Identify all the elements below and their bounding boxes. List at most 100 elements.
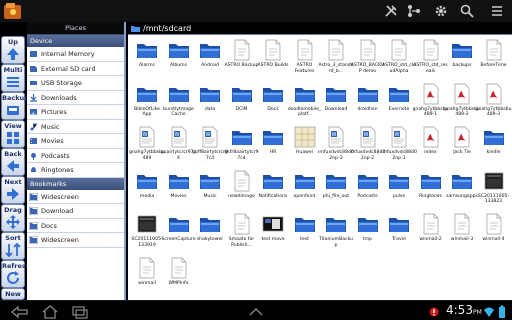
file-item[interactable]: Music — [195, 170, 225, 208]
file-item[interactable]: Wimfuxdvdc88d02np-1 — [381, 126, 417, 164]
file-item[interactable]: SC20111005-133919 — [131, 213, 163, 251]
search-icon[interactable] — [458, 2, 476, 20]
file-item[interactable]: WMPInfo — [164, 257, 194, 295]
file-item[interactable]: winmail — [132, 257, 162, 295]
file-item[interactable]: Movies — [164, 170, 194, 208]
download-icon — [30, 93, 37, 102]
places-item-ringtones[interactable]: Ringtones — [27, 163, 124, 178]
file-item[interactable]: shakytower — [195, 213, 225, 251]
places-item-pictures[interactable]: Pictures — [27, 105, 124, 120]
menu-icon[interactable] — [488, 2, 506, 20]
file-item[interactable]: Wimfuxdvdc88d02np-2 — [350, 126, 385, 164]
file-item[interactable]: ASTRO_std_cloudAlpha — [382, 39, 416, 77]
backup-button[interactable]: Backup — [1, 92, 29, 120]
file-item[interactable]: Notifications — [258, 170, 288, 208]
system-bar: 4:53PM — [0, 300, 512, 320]
path-bar[interactable]: /mnt/sdcard — [128, 22, 512, 35]
tools-icon[interactable] — [382, 2, 400, 20]
file-item[interactable]: ASTRO_std_reseals — [413, 39, 448, 77]
notification-icon[interactable] — [428, 304, 440, 318]
refresh-button[interactable]: Refresh — [1, 260, 30, 288]
file-item[interactable]: winmail-2 — [416, 213, 446, 251]
file-item[interactable]: kindle — [479, 126, 509, 164]
file-item[interactable]: Jack Tie — [447, 126, 477, 164]
file-item[interactable]: Wguairtytcrcr97c4 — [161, 126, 196, 164]
file-item[interactable]: media — [132, 170, 162, 208]
places-item-external-sd-card[interactable]: External SD card — [27, 61, 124, 76]
back-button[interactable]: Back — [1, 148, 25, 176]
file-item[interactable]: doodlemobile_platf.. — [288, 83, 321, 121]
file-item[interactable]: Albums — [164, 39, 194, 77]
places-item-widescreen[interactable]: Widescreen — [27, 189, 124, 204]
file-item[interactable]: Evernote — [384, 83, 414, 121]
app-logo-icon[interactable] — [3, 1, 23, 21]
sort-button[interactable]: Sort — [1, 232, 25, 260]
settings-icon[interactable] — [432, 2, 450, 20]
places-item-usb-storage[interactable]: USB Storage — [27, 76, 124, 91]
file-item[interactable]: index — [416, 126, 446, 164]
file-item[interactable]: HR — [258, 126, 288, 164]
places-item-movies[interactable]: Movies — [27, 134, 124, 149]
file-item[interactable]: winmail-3 — [447, 213, 477, 251]
file-item[interactable]: gsfr8aairtytcr97c4 — [224, 126, 259, 164]
places-item-download[interactable]: Download — [27, 204, 124, 219]
places-item-docs[interactable]: Docs — [27, 218, 124, 233]
file-item[interactable]: test move — [258, 213, 288, 251]
file-item[interactable]: pulse — [384, 170, 414, 208]
file-item[interactable]: SC20111005-133822 — [478, 170, 509, 208]
file-item[interactable]: DCIM — [227, 83, 257, 121]
file-item[interactable]: Alarms — [132, 39, 162, 77]
file-item[interactable]: winmail-4 — [479, 213, 509, 251]
nav-recent-icon[interactable] — [70, 304, 90, 319]
file-item[interactable]: Wgnahg7ytbbsbu489 — [129, 126, 165, 164]
new-button[interactable]: New — [1, 288, 25, 300]
drag-button[interactable]: Drag — [1, 204, 25, 232]
nav-back-icon[interactable] — [10, 304, 30, 319]
places-item-internal-memory[interactable]: Internal Memory — [27, 47, 124, 62]
places-item-podcasts[interactable]: Podcasts — [27, 148, 124, 163]
file-item[interactable]: phi_file_out — [321, 170, 351, 208]
file-item[interactable]: backups — [447, 39, 477, 77]
file-item[interactable]: data — [195, 83, 225, 121]
file-item[interactable]: test — [290, 213, 320, 251]
multi-button[interactable]: Multi — [1, 64, 25, 92]
file-item[interactable]: Podcasts — [353, 170, 383, 208]
file-item[interactable]: Docs — [258, 83, 288, 121]
file-item[interactable]: burstlytmage Cache — [163, 83, 194, 121]
file-item[interactable]: ASTRO_BACKUP demo — [351, 39, 384, 77]
network-icon[interactable] — [405, 2, 423, 20]
view-button[interactable]: View — [1, 120, 25, 148]
file-item[interactable]: ASTRO Features — [290, 39, 320, 77]
file-item[interactable]: tmp — [353, 213, 383, 251]
places-item-downloads[interactable]: Downloads — [27, 90, 124, 105]
file-item[interactable]: Download — [321, 83, 351, 121]
file-item[interactable]: Huawei — [290, 126, 320, 164]
file-item[interactable]: TitaniumBackup — [319, 213, 353, 251]
up-button[interactable]: Up — [1, 36, 25, 64]
sdcard-icon — [30, 65, 37, 72]
file-item[interactable]: BeforeTime — [479, 39, 509, 77]
file-item[interactable]: droidhen — [353, 83, 383, 121]
file-item[interactable]: Wgoff8airtytcrcr97c4 — [192, 126, 228, 164]
nav-up-caret-icon[interactable] — [246, 304, 266, 318]
file-item[interactable]: gnahg7ytbbsbu489-2 — [444, 83, 480, 121]
places-item-music[interactable]: Music — [27, 119, 124, 134]
file-item[interactable]: samsungapps — [446, 170, 478, 208]
file-item[interactable]: Smaato for Publish... — [227, 213, 257, 251]
file-item[interactable]: gnahg7ytbbsbu489-3 — [476, 83, 511, 121]
file-item[interactable]: Wimfuxdvdc88d02np-3 — [318, 126, 354, 164]
file-item[interactable]: ASTRO Builds — [257, 39, 289, 77]
file-item[interactable]: openfeint — [290, 170, 320, 208]
nav-home-icon[interactable] — [40, 304, 60, 319]
file-item[interactable]: ScreenCapture — [161, 213, 196, 251]
file-item[interactable]: Astro_3_standard_b... — [318, 39, 354, 77]
next-button[interactable]: Next — [1, 176, 25, 204]
file-item[interactable]: Ringtones — [416, 170, 446, 208]
file-item[interactable]: BibleOfLike App — [132, 83, 162, 121]
file-item[interactable]: Android — [195, 39, 225, 77]
file-item[interactable]: Travel — [384, 213, 414, 251]
file-item[interactable]: gnahg7ytbbsbu489-1 — [413, 83, 448, 121]
file-item[interactable]: ASTRO Backup — [225, 39, 258, 77]
file-item[interactable]: newdimage — [227, 170, 257, 208]
places-item-widescreen[interactable]: Widescreen — [27, 233, 124, 248]
